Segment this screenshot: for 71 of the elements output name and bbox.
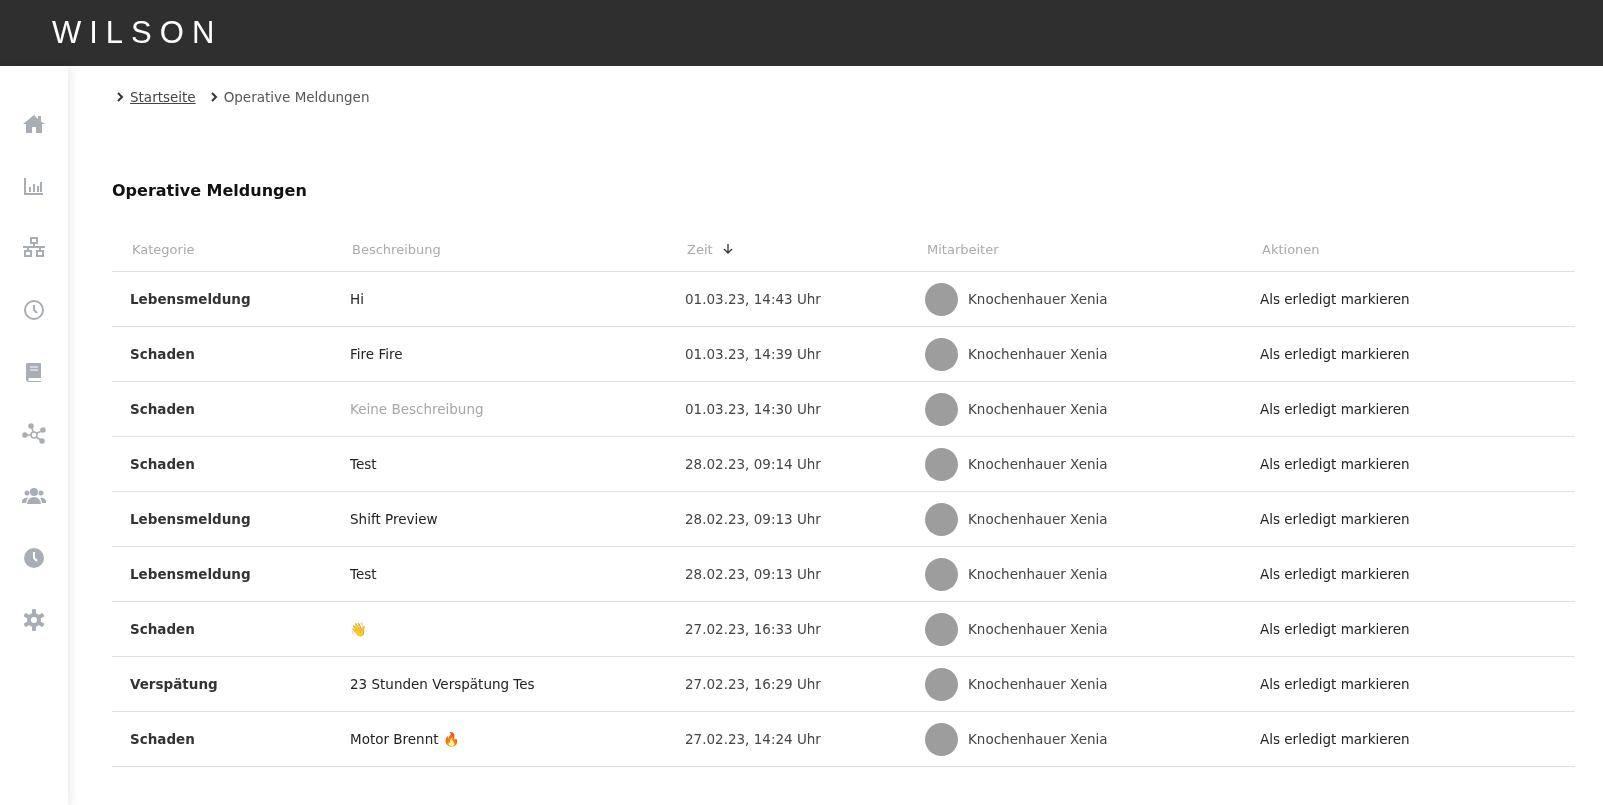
category-text: Lebensmeldung <box>130 511 251 527</box>
time-text: 27.02.23, 16:33 Uhr <box>685 621 821 637</box>
avatar <box>925 392 958 426</box>
category-text: Verspätung <box>130 676 218 692</box>
clock-icon[interactable] <box>22 298 46 322</box>
breadcrumb-current: Operative Meldungen <box>223 89 370 105</box>
home-icon[interactable] <box>22 112 46 136</box>
time-text: 01.03.23, 14:43 Uhr <box>685 291 821 307</box>
time-text: 27.02.23, 16:29 Uhr <box>685 676 821 692</box>
chevron-icon <box>116 92 124 102</box>
category-text: Schaden <box>130 456 195 472</box>
column-header: Beschreibung <box>352 242 441 257</box>
network-icon[interactable] <box>22 236 46 260</box>
mark-done-link[interactable]: Als erledigt markieren <box>1260 456 1410 472</box>
time-text: 28.02.23, 09:13 Uhr <box>685 511 821 527</box>
description-text: Test <box>350 456 377 472</box>
description-text: Shift Preview <box>350 511 438 527</box>
clock-icon[interactable] <box>22 546 46 570</box>
avatar <box>925 502 958 536</box>
employee-name: Knochenhauer Xenia <box>968 456 1108 472</box>
employee-name: Knochenhauer Xenia <box>968 511 1108 527</box>
column-header: Kategorie <box>132 242 195 257</box>
logo: WILSON <box>52 15 223 51</box>
employee-name: Knochenhauer Xenia <box>968 291 1108 307</box>
mark-done-link[interactable]: Als erledigt markieren <box>1260 346 1410 362</box>
category-text: Lebensmeldung <box>130 566 251 582</box>
avatar <box>925 667 958 701</box>
avatar <box>925 282 958 316</box>
sort-arrow-icon[interactable] <box>722 243 733 255</box>
avatar <box>925 447 958 481</box>
description-text: Motor Brennt 🔥 <box>350 731 460 747</box>
category-text: Lebensmeldung <box>130 291 251 307</box>
avatar <box>925 557 958 591</box>
description-text: Test <box>350 566 377 582</box>
breadcrumb-link[interactable]: Startseite <box>130 89 196 105</box>
category-text: Schaden <box>130 346 195 362</box>
employee-name: Knochenhauer Xenia <box>968 731 1108 747</box>
description-text: Keine Beschreibung <box>350 401 484 417</box>
time-text: 27.02.23, 14:24 Uhr <box>685 731 821 747</box>
avatar <box>925 612 958 646</box>
column-header: Aktionen <box>1262 242 1320 257</box>
page-title: Operative Meldungen <box>112 181 308 200</box>
column-header: Mitarbeiter <box>927 242 999 257</box>
mark-done-link[interactable]: Als erledigt markieren <box>1260 566 1410 582</box>
time-text: 28.02.23, 09:14 Uhr <box>685 456 821 472</box>
mark-done-link[interactable]: Als erledigt markieren <box>1260 676 1410 692</box>
chevron-icon <box>209 92 218 102</box>
avatar <box>925 722 958 756</box>
description-text: 23 Stunden Verspätung Tes <box>350 676 535 692</box>
employee-name: Knochenhauer Xenia <box>968 621 1108 637</box>
time-text: 28.02.23, 09:13 Uhr <box>685 566 821 582</box>
nodes-icon[interactable] <box>22 422 46 446</box>
settings-icon[interactable] <box>22 608 46 632</box>
employee-name: Knochenhauer Xenia <box>968 676 1108 692</box>
mark-done-link[interactable]: Als erledigt markieren <box>1260 511 1410 527</box>
employee-name: Knochenhauer Xenia <box>968 566 1108 582</box>
description-text: Hi <box>350 291 364 307</box>
mark-done-link[interactable]: Als erledigt markieren <box>1260 291 1410 307</box>
time-text: 01.03.23, 14:39 Uhr <box>685 346 821 362</box>
category-text: Schaden <box>130 401 195 417</box>
mark-done-link[interactable]: Als erledigt markieren <box>1260 621 1410 637</box>
mark-done-link[interactable]: Als erledigt markieren <box>1260 401 1410 417</box>
employee-name: Knochenhauer Xenia <box>968 346 1108 362</box>
description-text: Fire Fire <box>350 346 403 362</box>
description-text: 👋 <box>350 621 367 637</box>
category-text: Schaden <box>130 731 195 747</box>
employee-name: Knochenhauer Xenia <box>968 401 1108 417</box>
mark-done-link[interactable]: Als erledigt markieren <box>1260 731 1410 747</box>
time-text: 01.03.23, 14:30 Uhr <box>685 401 821 417</box>
category-text: Schaden <box>130 621 195 637</box>
avatar <box>925 337 958 371</box>
